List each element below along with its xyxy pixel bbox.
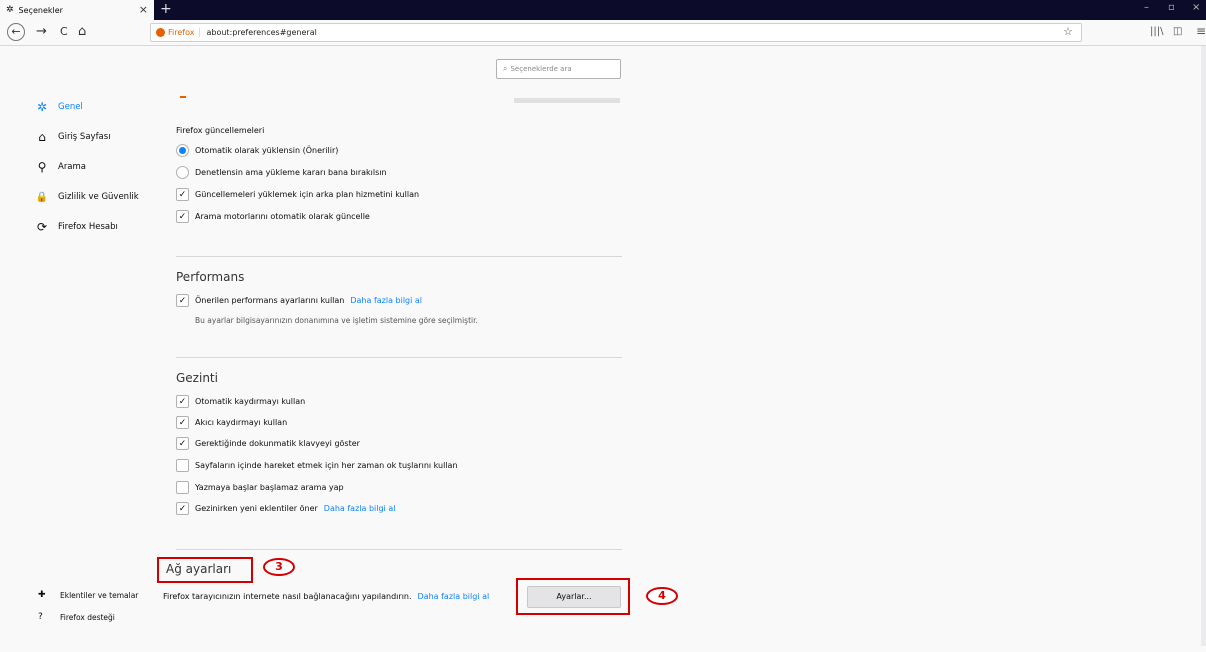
checkbox-smooth-scroll[interactable]: ✓ Akıcı kaydırmayı kullan	[176, 416, 287, 429]
sidebar-item-privacy[interactable]: 🔒 Gizlilik ve Güvenlik	[34, 188, 164, 206]
checkbox[interactable]: ✓	[176, 294, 189, 307]
checkbox-label: Akıcı kaydırmayı kullan	[195, 418, 288, 427]
checkbox-background-service[interactable]: ✓ Güncellemeleri yüklemek için arka plan…	[176, 188, 419, 201]
sidebar-toggle-icon[interactable]: ◫	[1173, 26, 1182, 37]
checkbox-recommend-extensions[interactable]: ✓ Gezinirken yeni eklentiler öner Daha f…	[176, 502, 395, 515]
title-bar: ✲ Seçenekler × + – ▫ ×	[0, 0, 1206, 20]
sidebar-item-label: Giriş Sayfası	[58, 132, 111, 142]
url-bar[interactable]: Firefox about:preferences#general ☆	[150, 23, 1082, 42]
learn-more-link[interactable]: Daha fazla bilgi al	[350, 296, 422, 305]
network-description-text: Firefox tarayıcınızın internete nasıl ba…	[163, 592, 412, 601]
new-tab-button[interactable]: +	[160, 1, 172, 17]
sync-icon: ⟳	[36, 220, 48, 234]
gear-icon: ✲	[6, 5, 14, 15]
identity-label: Firefox	[168, 28, 201, 37]
partial-element	[180, 96, 186, 98]
nav-bar: ← → C ⌂ Firefox about:preferences#genera…	[0, 20, 1206, 46]
sidebar-item-general[interactable]: ✲ Genel	[34, 98, 164, 116]
partial-element	[514, 98, 620, 103]
network-description: Firefox tarayıcınızın internete nasıl ba…	[163, 592, 489, 601]
radio-label: Otomatik olarak yüklensin (Önerilir)	[195, 146, 339, 155]
minimize-button[interactable]: –	[1144, 2, 1149, 13]
scrollbar[interactable]	[1201, 46, 1206, 646]
checkbox-label: Sayfaların içinde hareket etmek için her…	[195, 461, 458, 470]
tab-preferences[interactable]: ✲ Seçenekler ×	[0, 0, 154, 20]
url-text[interactable]: about:preferences#general	[206, 28, 316, 37]
updates-heading: Firefox güncellemeleri	[176, 126, 265, 135]
checkbox-label: Gerektiğinde dokunmatik klavyeyi göster	[195, 439, 360, 448]
checkbox[interactable]: ✓	[176, 210, 189, 223]
checkbox-label: Yazmaya başlar başlamaz arama yap	[195, 483, 344, 492]
maximize-button[interactable]: ▫	[1168, 2, 1175, 13]
divider	[176, 549, 622, 550]
checkbox[interactable]: ✓	[176, 188, 189, 201]
checkbox-label: Gezinirken yeni eklentiler öner	[195, 504, 318, 513]
home-button[interactable]: ⌂	[78, 24, 86, 40]
radio-check-update[interactable]: Denetlensin ama yükleme kararı bana bıra…	[176, 166, 387, 179]
browsing-heading: Gezinti	[176, 371, 218, 385]
search-icon: ⌕	[503, 64, 508, 73]
radio-selected[interactable]	[176, 144, 189, 157]
checkbox[interactable]: ✓	[176, 502, 189, 515]
gear-icon: ✲	[36, 100, 48, 114]
checkbox[interactable]: ✓	[176, 395, 189, 408]
home-icon: ⌂	[38, 130, 46, 144]
checkbox-label: Arama motorlarını otomatik olarak güncel…	[195, 212, 370, 221]
checkbox[interactable]	[176, 459, 189, 472]
learn-more-link[interactable]: Daha fazla bilgi al	[324, 504, 396, 513]
checkbox[interactable]	[176, 481, 189, 494]
sidebar-item-label: Genel	[58, 102, 83, 112]
checkbox[interactable]: ✓	[176, 437, 189, 450]
divider	[176, 357, 622, 358]
search-placeholder: Seçeneklerde ara	[510, 65, 572, 73]
annotation-badge-4: 4	[646, 587, 678, 605]
sidebar-item-addons[interactable]: ✚ Eklentiler ve temalar	[38, 590, 138, 600]
sidebar-item-label: Arama	[58, 162, 87, 172]
tab-label: Seçenekler	[18, 5, 63, 15]
tab-close-icon[interactable]: ×	[139, 3, 148, 16]
sidebar-item-search[interactable]: ⚲ Arama	[34, 158, 164, 176]
checkbox-search-engines[interactable]: ✓ Arama motorlarını otomatik olarak günc…	[176, 210, 370, 223]
sidebar-footer-label: Firefox desteği	[60, 612, 115, 622]
checkbox[interactable]: ✓	[176, 416, 189, 429]
divider	[176, 256, 622, 257]
search-icon: ⚲	[37, 160, 47, 174]
checkbox-caret-browsing[interactable]: Sayfaların içinde hareket etmek için her…	[176, 459, 458, 472]
learn-more-link[interactable]: Daha fazla bilgi al	[418, 592, 490, 601]
performance-heading: Performans	[176, 270, 245, 284]
checkbox-label: Otomatik kaydırmayı kullan	[195, 397, 306, 406]
highlight-box-network-heading	[157, 557, 253, 583]
bookmark-star-icon[interactable]: ☆	[1063, 25, 1073, 38]
performance-note: Bu ayarlar bilgisayarınızın donanımına v…	[195, 316, 478, 325]
menu-icon[interactable]: ≡	[1196, 24, 1206, 38]
checkbox-label: Önerilen performans ayarlarını kullan	[195, 296, 345, 305]
checkbox-autoscroll[interactable]: ✓ Otomatik kaydırmayı kullan	[176, 395, 305, 408]
sidebar-item-sync[interactable]: ⟳ Firefox Hesabı	[34, 218, 164, 236]
radio-label: Denetlensin ama yükleme kararı bana bıra…	[195, 168, 387, 177]
sidebar-item-label: Gizlilik ve Güvenlik	[58, 192, 139, 202]
reload-button[interactable]: C	[60, 24, 68, 40]
sidebar-item-home[interactable]: ⌂ Giriş Sayfası	[34, 128, 164, 146]
library-icon[interactable]: |||\	[1150, 26, 1163, 37]
highlight-box-settings-button	[516, 578, 630, 615]
help-icon: ?	[38, 612, 43, 622]
checkbox-recommended-performance[interactable]: ✓ Önerilen performans ayarlarını kullan …	[176, 294, 422, 307]
checkbox-find-as-you-type[interactable]: Yazmaya başlar başlamaz arama yap	[176, 481, 344, 494]
lock-icon: 🔒	[35, 191, 49, 203]
sidebar-footer-label: Eklentiler ve temalar	[60, 590, 139, 600]
sidebar-item-label: Firefox Hesabı	[58, 222, 118, 232]
radio-auto-update[interactable]: Otomatik olarak yüklensin (Önerilir)	[176, 144, 338, 157]
firefox-logo-icon	[156, 28, 165, 37]
sidebar-item-support[interactable]: ? Firefox desteği	[38, 612, 115, 622]
annotation-badge-3: 3	[263, 558, 295, 576]
checkbox-touch-keyboard[interactable]: ✓ Gerektiğinde dokunmatik klavyeyi göste…	[176, 437, 360, 450]
checkbox-label: Güncellemeleri yüklemek için arka plan h…	[195, 190, 420, 199]
puzzle-icon: ✚	[38, 590, 46, 600]
forward-button[interactable]: →	[36, 24, 47, 40]
back-button[interactable]: ←	[7, 23, 25, 41]
close-window-button[interactable]: ×	[1192, 2, 1200, 13]
preferences-search-input[interactable]: ⌕ Seçeneklerde ara	[496, 59, 621, 79]
radio-unselected[interactable]	[176, 166, 189, 179]
